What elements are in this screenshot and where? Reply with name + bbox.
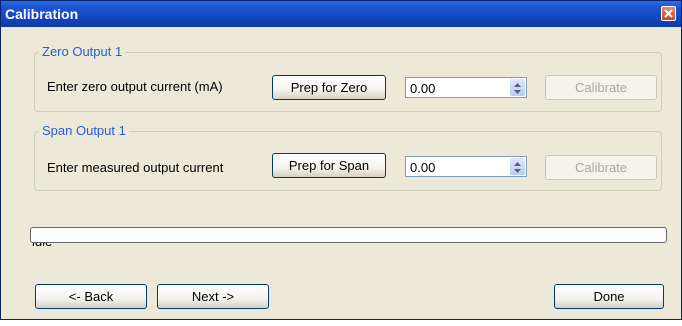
spin-arrows-icon[interactable] xyxy=(510,79,525,96)
title-bar[interactable]: Calibration xyxy=(1,1,681,27)
zero-output-group: Zero Output 1 Enter zero output current … xyxy=(34,45,662,112)
prep-for-zero-button[interactable]: Prep for Zero xyxy=(272,75,386,100)
done-button[interactable]: Done xyxy=(554,284,664,309)
calibration-window: Calibration Zero Output 1 Enter zero out… xyxy=(0,0,682,320)
progress-bar xyxy=(30,227,667,243)
back-button[interactable]: <- Back xyxy=(35,284,147,309)
zero-calibrate-button[interactable]: Calibrate xyxy=(545,75,657,100)
window-title: Calibration xyxy=(5,6,79,22)
span-output-label: Enter measured output current xyxy=(47,160,224,175)
zero-output-value-input[interactable]: 0.00 xyxy=(405,77,527,98)
dialog-body: Zero Output 1 Enter zero output current … xyxy=(4,27,678,316)
span-calibrate-button[interactable]: Calibrate xyxy=(545,155,657,180)
close-icon xyxy=(664,9,673,18)
span-output-value-input[interactable]: 0.00 xyxy=(405,156,527,177)
zero-output-value: 0.00 xyxy=(410,81,436,96)
span-output-legend: Span Output 1 xyxy=(39,124,129,138)
span-output-group: Span Output 1 Enter measured output curr… xyxy=(34,124,662,191)
spin-arrows-icon[interactable] xyxy=(510,158,525,175)
span-output-value: 0.00 xyxy=(410,160,436,175)
next-button[interactable]: Next -> xyxy=(157,284,269,309)
prep-for-span-button[interactable]: Prep for Span xyxy=(272,153,386,178)
close-button[interactable] xyxy=(661,6,676,21)
zero-output-legend: Zero Output 1 xyxy=(39,45,126,59)
zero-output-label: Enter zero output current (mA) xyxy=(47,79,223,94)
